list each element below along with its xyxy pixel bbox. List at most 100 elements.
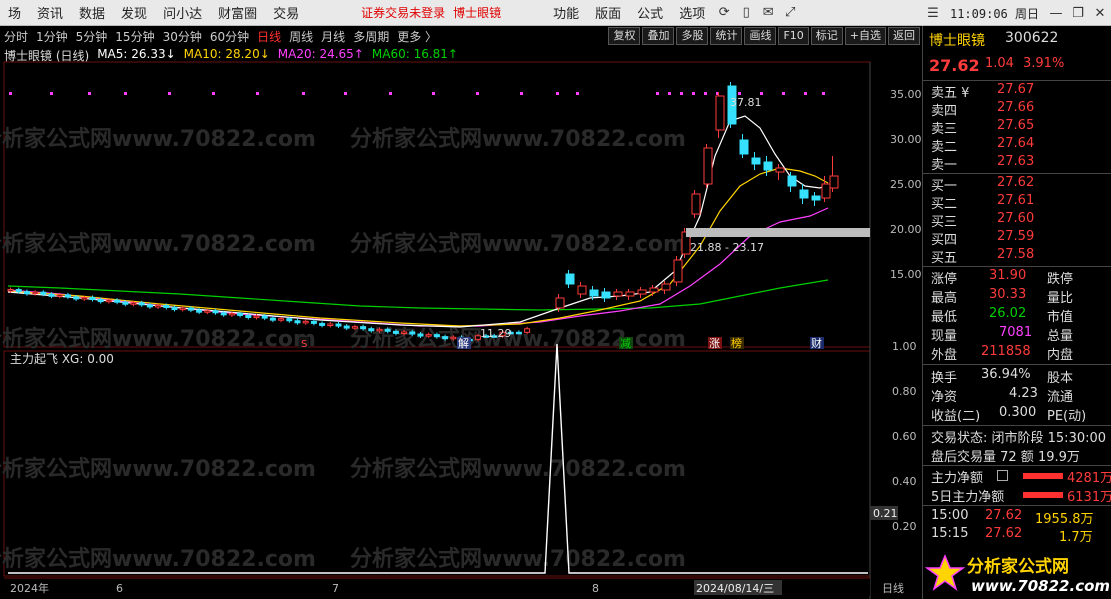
support-band	[686, 228, 870, 237]
limit-up-label: 涨停	[931, 272, 958, 287]
stats-button[interactable]: 统计	[710, 27, 743, 45]
event-unlock[interactable]: 解	[458, 336, 469, 350]
candle-body	[179, 307, 186, 311]
mail-icon[interactable]: ✉	[757, 2, 779, 24]
menu-item-options[interactable]: 选项	[671, 3, 713, 22]
menu-icon[interactable]: ☰	[922, 2, 944, 24]
outer-vol-value: 211858	[981, 344, 1031, 359]
date-2024: 2024年	[10, 581, 49, 595]
candle-body	[739, 139, 749, 155]
ask3-price[interactable]: 27.65	[997, 118, 1034, 133]
ask1-price[interactable]: 27.63	[997, 154, 1034, 169]
login-warning[interactable]: 证券交易未登录	[357, 4, 449, 21]
minimize-icon[interactable]: —	[1045, 2, 1067, 24]
turnover-value: 36.94%	[981, 367, 1031, 382]
tab-15min[interactable]: 15分钟	[111, 28, 158, 45]
menu-item-ask[interactable]: 问小达	[155, 3, 210, 22]
watermark-text-6: 分析家公式网www.70822.com	[350, 326, 686, 352]
multi-stock-button[interactable]: 多股	[676, 27, 709, 45]
stock-name-link[interactable]: 博士眼镜	[449, 4, 505, 21]
refresh-icon[interactable]: ⟳	[713, 2, 735, 24]
close-icon[interactable]: ✕	[1089, 2, 1111, 24]
turnover-label: 换手	[931, 371, 958, 386]
day-tag[interactable]: 日线	[882, 581, 904, 595]
ask4-price[interactable]: 27.66	[997, 100, 1034, 115]
menu-item-data[interactable]: 数据	[71, 3, 113, 22]
event-s[interactable]: S	[301, 339, 307, 350]
tab-1min[interactable]: 1分钟	[32, 28, 72, 45]
ask1-label: 卖一	[931, 158, 958, 173]
main-net-icon[interactable]	[997, 470, 1008, 481]
candle-body	[601, 291, 611, 299]
overlay-button[interactable]: 叠加	[642, 27, 675, 45]
add-watchlist-button[interactable]: +自选	[844, 27, 886, 45]
candle-body	[228, 312, 235, 316]
tab-30min[interactable]: 30分钟	[159, 28, 206, 45]
bid1-price[interactable]: 27.62	[997, 175, 1034, 190]
low-value: 26.02	[989, 306, 1027, 321]
menu-item-trade[interactable]: 交易	[265, 3, 307, 22]
clock: 11:09:06 周日	[949, 6, 1039, 21]
bid3-price[interactable]: 27.60	[997, 211, 1034, 226]
f10-button[interactable]: F10	[778, 27, 809, 45]
collapse-icon[interactable]: ⤢	[779, 2, 801, 24]
tab-5min[interactable]: 5分钟	[72, 28, 112, 45]
main-net-value: 4281万	[1067, 471, 1111, 486]
bid4-price[interactable]: 27.59	[997, 229, 1034, 244]
share-capital-label: 股本	[1047, 371, 1074, 386]
menu-item-formula[interactable]: 公式	[629, 3, 671, 22]
menu-item-discover[interactable]: 发现	[113, 3, 155, 22]
tab-more[interactable]: 更多 〉	[393, 28, 441, 45]
event-limitup[interactable]: 涨	[709, 337, 720, 350]
menu-item-wealth[interactable]: 财富圈	[210, 3, 265, 22]
watermark-text-5: 分析家公式网www.70822.com	[0, 326, 316, 352]
candle-body	[130, 302, 137, 305]
ask2-price[interactable]: 27.64	[997, 136, 1034, 151]
phone-icon[interactable]: ▯	[735, 2, 757, 24]
ask5-price[interactable]: 27.67	[997, 82, 1034, 97]
restore-icon[interactable]: ❐	[1067, 2, 1089, 24]
bid2-price[interactable]: 27.61	[997, 193, 1034, 208]
candle-body	[589, 289, 599, 297]
tab-daily[interactable]: 日线	[253, 28, 285, 45]
ind-tick-08: 0.80	[892, 385, 917, 398]
event-rank[interactable]: 榜	[731, 336, 742, 350]
bid2-label: 买二	[931, 197, 958, 212]
candle-body	[204, 310, 211, 313]
tab-monthly[interactable]: 月线	[317, 28, 349, 45]
candle-body	[417, 333, 424, 337]
ma60-line	[7, 279, 829, 311]
indicator-title: 主力起飞 XG: 0.00	[10, 352, 114, 366]
candle-body	[253, 315, 260, 319]
watermark-text-2: 分析家公式网www.70822.com	[350, 126, 686, 152]
star-icon	[924, 554, 966, 591]
tab-fenshi[interactable]: 分时	[0, 28, 32, 45]
watermark-text-3: 分析家公式网www.70822.com	[0, 231, 316, 257]
menu-item-scene[interactable]: 场	[0, 3, 29, 22]
candle-body	[89, 297, 96, 301]
candle-body	[212, 310, 219, 314]
volume-ratio-label: 量比	[1047, 291, 1074, 306]
back-button[interactable]: 返回	[888, 27, 920, 45]
candle-body	[442, 336, 449, 340]
bid5-price[interactable]: 27.58	[997, 247, 1034, 262]
event-reduce[interactable]: 减	[620, 337, 631, 350]
chart-canvas[interactable]: 35.00 30.00 25.00 20.00 15.00 1.00 0.80 …	[0, 46, 922, 599]
menu-item-function[interactable]: 功能	[545, 3, 587, 22]
draw-line-button[interactable]: 画线	[744, 27, 777, 45]
tab-weekly[interactable]: 周线	[285, 28, 317, 45]
restore-rights-button[interactable]: 复权	[608, 27, 641, 45]
menu-item-layout[interactable]: 版面	[587, 3, 629, 22]
mark-button[interactable]: 标记	[810, 27, 843, 45]
candle-body	[278, 318, 285, 321]
candle-body	[829, 175, 839, 189]
menu-item-news[interactable]: 资讯	[29, 3, 71, 22]
high-label: 37.81	[730, 96, 762, 109]
tab-60min[interactable]: 60分钟	[206, 28, 253, 45]
candle-body	[360, 326, 367, 330]
event-finance[interactable]: 财	[811, 336, 822, 350]
ind-tick-04: 0.40	[892, 475, 917, 488]
tab-multi-period[interactable]: 多周期	[349, 28, 393, 45]
current-vol-value: 7081	[999, 325, 1033, 340]
tick-vol-1: 1955.8万	[1035, 512, 1094, 527]
